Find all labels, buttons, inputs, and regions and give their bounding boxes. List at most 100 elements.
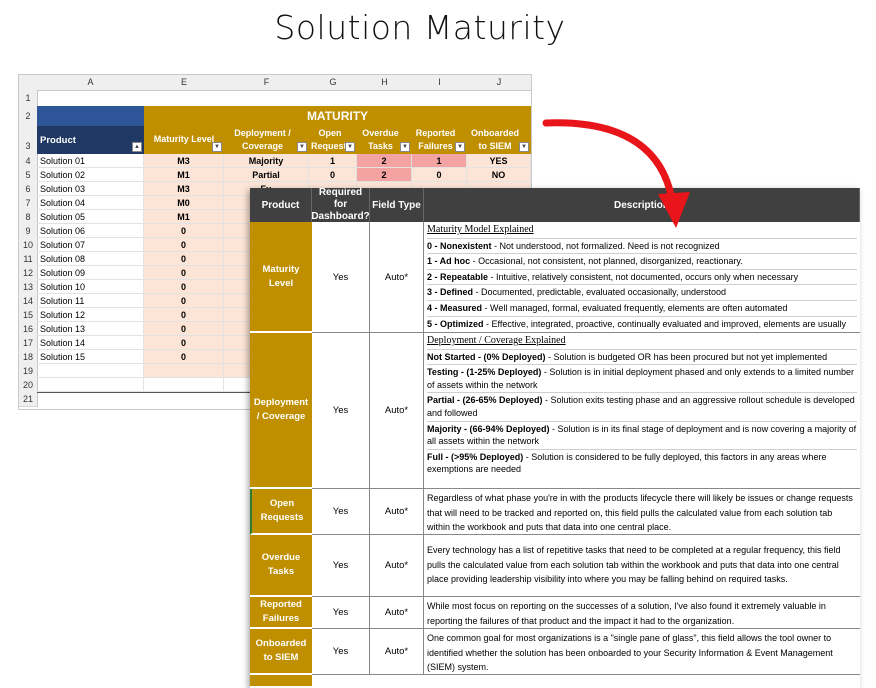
row-header[interactable]: 19 <box>19 364 38 379</box>
maturity-level-cell[interactable]: 0 <box>144 322 224 336</box>
row-header[interactable]: 17 <box>19 336 38 351</box>
maturity-level-cell[interactable]: M1 <box>144 210 224 224</box>
maturity-level-cell[interactable]: 0 <box>144 294 224 308</box>
row-header[interactable]: 20 <box>19 378 38 393</box>
header-deployment[interactable]: Deployment / Coverage ▼ <box>224 126 309 154</box>
maturity-level-cell[interactable]: M1 <box>144 168 224 182</box>
header-maturity-level-label: Maturity Level <box>153 134 215 144</box>
maturity-item-4: 4 - Measured - Well managed, formal, eva… <box>427 301 857 317</box>
row-header[interactable]: 7 <box>19 196 38 211</box>
maturity-level-cell[interactable]: 0 <box>144 336 224 350</box>
onboarded-siem-cell[interactable]: YES <box>467 154 531 168</box>
product-cell[interactable] <box>37 378 144 392</box>
product-cell[interactable]: Solution 09 <box>37 266 144 280</box>
filter-dropdown-icon[interactable]: ▼ <box>212 142 222 152</box>
header-onboarded-siem[interactable]: Onboarded to SIEM ▼ <box>467 126 531 154</box>
open-requests-cell[interactable]: 0 <box>309 168 357 182</box>
maturity-level-cell[interactable] <box>144 378 224 392</box>
row-header[interactable]: 8 <box>19 210 38 225</box>
row-header[interactable]: 2 <box>19 106 38 127</box>
maturity-level-cell[interactable]: 0 <box>144 308 224 322</box>
product-cell[interactable] <box>37 364 144 378</box>
product-cell[interactable]: Solution 10 <box>37 280 144 294</box>
deployment-item-4: Full - (>95% Deployed) - Solution is con… <box>427 450 857 477</box>
filter-dropdown-icon[interactable]: ▼ <box>345 142 355 152</box>
row-header[interactable]: 15 <box>19 308 38 323</box>
required-value: Yes <box>312 489 370 535</box>
row-header[interactable]: 16 <box>19 322 38 337</box>
header-product-label: Product <box>40 135 76 146</box>
product-cell[interactable]: Solution 13 <box>37 322 144 336</box>
row-header[interactable]: 13 <box>19 280 38 295</box>
column-header-e[interactable]: E <box>144 75 225 91</box>
maturity-level-cell[interactable] <box>144 364 224 378</box>
maturity-level-cell[interactable]: 0 <box>144 350 224 364</box>
product-cell[interactable]: Solution 07 <box>37 238 144 252</box>
maturity-level-cell[interactable]: 0 <box>144 280 224 294</box>
product-cell[interactable]: Solution 02 <box>37 168 144 182</box>
product-cell[interactable]: Solution 12 <box>37 308 144 322</box>
filter-sort-icon[interactable]: ▲ <box>132 142 142 152</box>
header-onboarded-siem-label: Onboarded to SIEM <box>470 128 519 151</box>
filter-dropdown-icon[interactable]: ▼ <box>400 142 410 152</box>
product-cell[interactable]: Solution 11 <box>37 294 144 308</box>
row-header[interactable]: 6 <box>19 182 38 197</box>
maturity-level-cell[interactable]: M0 <box>144 196 224 210</box>
product-cell[interactable]: Solution 04 <box>37 196 144 210</box>
header-reported-failures-label: Reported Failures <box>415 128 456 151</box>
column-header-g[interactable]: G <box>309 75 358 91</box>
filter-dropdown-icon[interactable]: ▼ <box>519 142 529 152</box>
filter-dropdown-icon[interactable]: ▼ <box>455 142 465 152</box>
column-header-f[interactable]: F <box>224 75 310 91</box>
product-cell[interactable]: Solution 05 <box>37 210 144 224</box>
reported-failures-cell[interactable]: 1 <box>412 154 467 168</box>
overdue-tasks-cell[interactable]: 2 <box>357 168 412 182</box>
deployment-cell[interactable]: Partial <box>224 168 309 182</box>
maturity-level-cell[interactable]: 0 <box>144 266 224 280</box>
product-cell[interactable]: Solution 01 <box>37 154 144 168</box>
filter-dropdown-icon[interactable]: ▼ <box>297 142 307 152</box>
onboarded-siem-cell[interactable]: NO <box>467 168 531 182</box>
row-header[interactable]: 3 <box>19 126 38 155</box>
product-deployment-coverage: Deployment / Coverage <box>250 333 312 489</box>
row-header[interactable]: 18 <box>19 350 38 365</box>
select-all-corner[interactable] <box>19 75 38 91</box>
header-reported-failures[interactable]: Reported Failures ▼ <box>412 126 467 154</box>
row-header[interactable]: 21 <box>19 392 38 407</box>
open-requests-cell[interactable]: 1 <box>309 154 357 168</box>
product-cell[interactable]: Solution 03 <box>37 182 144 196</box>
maturity-level-cell[interactable]: 0 <box>144 238 224 252</box>
header-open-requests[interactable]: Open Requests ▼ <box>309 126 357 154</box>
row-header[interactable]: 12 <box>19 266 38 281</box>
product-open-requests[interactable]: Open Requests <box>250 489 312 535</box>
deployment-cell[interactable]: Majority <box>224 154 309 168</box>
header-maturity-level[interactable]: Maturity Level ▼ <box>144 126 224 154</box>
product-cell[interactable]: Solution 08 <box>37 252 144 266</box>
item-text: - Occasional, not consistent, not planne… <box>470 256 743 267</box>
maturity-level-cell[interactable]: 0 <box>144 224 224 238</box>
field-type-value: Auto* <box>370 489 424 535</box>
column-header-j[interactable]: J <box>467 75 531 91</box>
desc-header-field-type: Field Type <box>370 188 424 222</box>
row-header[interactable]: 14 <box>19 294 38 309</box>
column-header-i[interactable]: I <box>412 75 468 91</box>
header-product[interactable]: Product ▲ <box>37 126 144 154</box>
overdue-tasks-cell[interactable]: 2 <box>357 154 412 168</box>
header-overdue-tasks[interactable]: Overdue Tasks ▼ <box>357 126 412 154</box>
column-header-h[interactable]: H <box>357 75 413 91</box>
maturity-model-heading: Maturity Model Explained <box>427 223 857 239</box>
maturity-level-cell[interactable]: M3 <box>144 182 224 196</box>
maturity-level-cell[interactable]: M3 <box>144 154 224 168</box>
row-header[interactable]: 9 <box>19 224 38 239</box>
product-cell[interactable]: Solution 15 <box>37 350 144 364</box>
maturity-level-cell[interactable]: 0 <box>144 252 224 266</box>
product-cell[interactable]: Solution 14 <box>37 336 144 350</box>
reported-failures-cell[interactable]: 0 <box>412 168 467 182</box>
column-header-a[interactable]: A <box>37 75 145 91</box>
product-cell[interactable]: Solution 06 <box>37 224 144 238</box>
row-header[interactable]: 4 <box>19 154 38 169</box>
row-header[interactable]: 5 <box>19 168 38 183</box>
row-header[interactable]: 11 <box>19 252 38 267</box>
row-header[interactable]: 10 <box>19 238 38 253</box>
row-header[interactable]: 1 <box>19 90 38 107</box>
